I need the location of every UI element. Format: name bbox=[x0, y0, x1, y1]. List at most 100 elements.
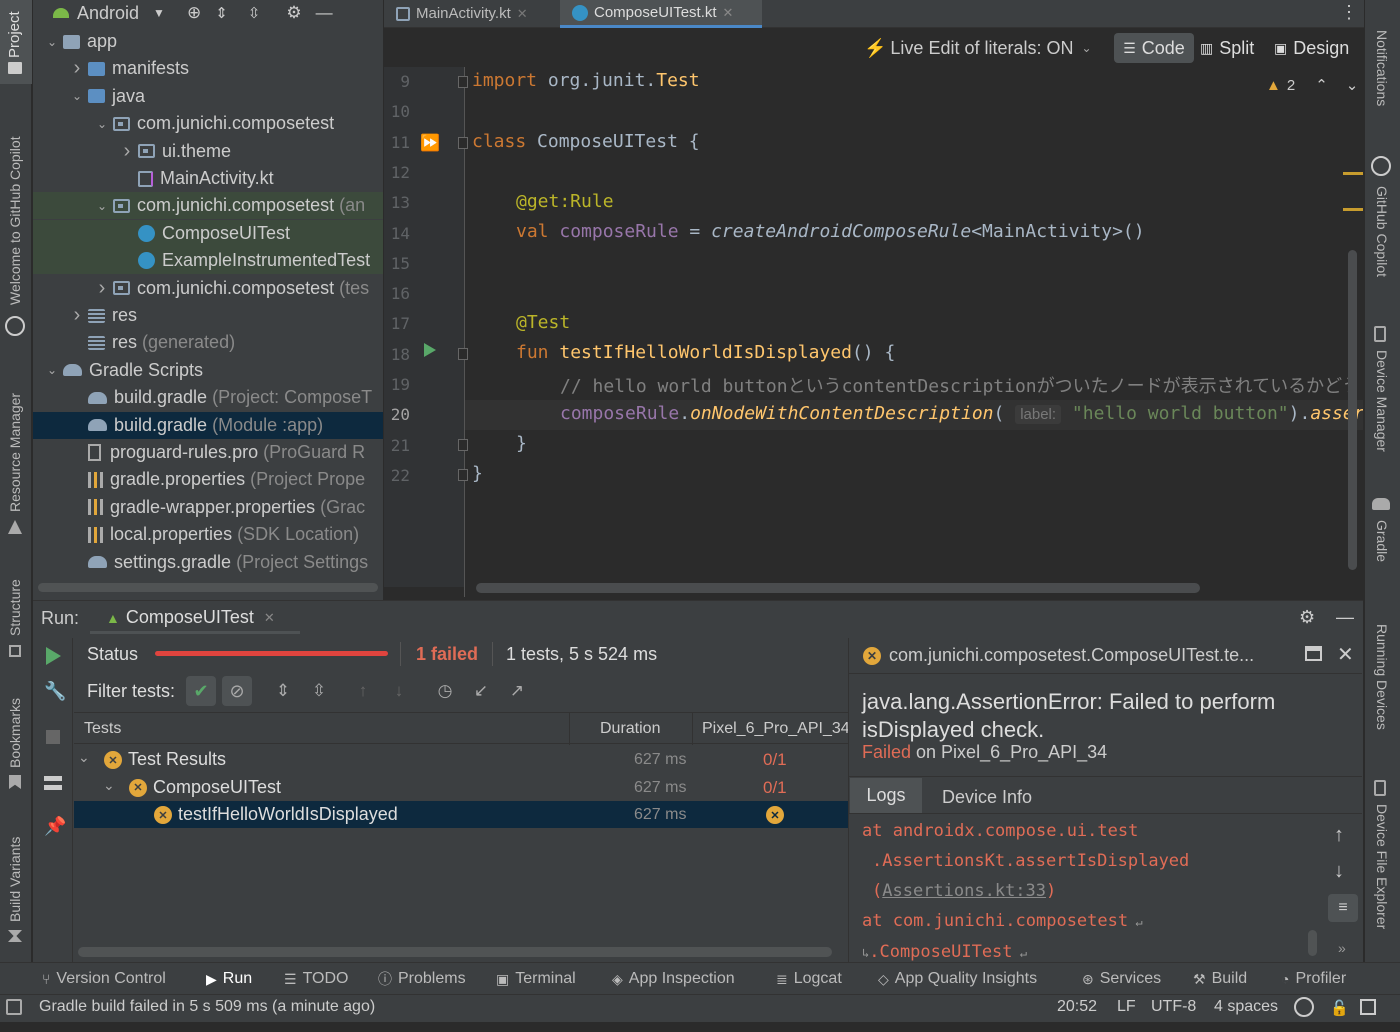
chevron-right-icon[interactable]: › bbox=[66, 57, 88, 80]
col-tests[interactable]: Tests bbox=[84, 720, 121, 738]
chevron-down-icon[interactable]: ⌄ bbox=[41, 363, 63, 377]
maximize-icon[interactable] bbox=[1305, 646, 1322, 661]
minimize-icon[interactable]: — bbox=[1336, 607, 1354, 628]
tool-welcome-copilot[interactable]: Welcome to GitHub Copilot bbox=[7, 136, 23, 305]
tool-app-quality-insights[interactable]: ◇ App Quality Insights bbox=[878, 968, 1037, 990]
close-icon[interactable]: ✕ bbox=[264, 610, 275, 626]
tool-profiler[interactable]: ◔ Profiler bbox=[1281, 968, 1346, 990]
tree-item[interactable]: › manifests bbox=[33, 55, 383, 82]
next-failure-icon[interactable]: ↓ bbox=[386, 678, 412, 704]
previous-failure-icon[interactable]: ↑ bbox=[350, 678, 376, 704]
collapse-all-icon[interactable]: ⇳ bbox=[306, 678, 332, 704]
tab-composeuitest[interactable]: ComposeUITest.kt ✕ bbox=[560, 0, 762, 28]
more-icon[interactable]: » bbox=[1338, 940, 1346, 956]
project-hscrollbar[interactable] bbox=[38, 583, 378, 592]
view-selector[interactable]: Android bbox=[77, 3, 139, 24]
tool-bookmarks[interactable]: Bookmarks bbox=[7, 698, 23, 768]
tree-item[interactable]: ⌄ com.junichi.composetest (an bbox=[33, 192, 383, 220]
code-line-9[interactable]: import org.junit.Test bbox=[472, 70, 700, 91]
tool-device-file-explorer[interactable]: Device File Explorer bbox=[1374, 804, 1390, 929]
close-icon[interactable]: ✕ bbox=[1337, 642, 1354, 667]
chevron-right-icon[interactable]: › bbox=[116, 140, 138, 163]
mode-design-button[interactable]: ▣ Design bbox=[1274, 33, 1349, 63]
tool-services[interactable]: ⊛ Services bbox=[1082, 968, 1161, 990]
tool-resource-manager[interactable]: Resource Manager bbox=[7, 393, 23, 512]
rerun-icon[interactable] bbox=[46, 647, 61, 665]
tree-item[interactable]: gradle-wrapper.properties (Grac bbox=[33, 494, 383, 521]
tree-item[interactable]: ⌄ com.junichi.composetest bbox=[33, 110, 383, 137]
locate-icon[interactable]: ⊕ bbox=[187, 3, 201, 23]
tests-hscrollbar[interactable] bbox=[78, 947, 832, 957]
tree-item[interactable]: ⌄ app bbox=[33, 28, 383, 55]
show-ignored-toggle[interactable]: ⊘ bbox=[222, 676, 252, 706]
tree-item[interactable]: settings.gradle (Project Settings bbox=[33, 549, 383, 576]
col-duration[interactable]: Duration bbox=[600, 720, 660, 738]
file-encoding[interactable]: UTF-8 bbox=[1151, 998, 1196, 1016]
status-message[interactable]: Gradle build failed in 5 s 509 ms (a min… bbox=[39, 998, 375, 1016]
scroll-down-icon[interactable]: ↓ bbox=[1334, 860, 1344, 883]
tool-app-inspection[interactable]: ◈ App Inspection bbox=[612, 968, 735, 990]
tree-item[interactable]: › res bbox=[33, 302, 383, 329]
tool-problems[interactable]: ⓘ Problems bbox=[378, 968, 466, 990]
chevron-down-icon[interactable]: ⌄ bbox=[91, 199, 113, 213]
test-row[interactable]: ✕ testIfHelloWorldIsDisplayed 627 ms ✕ bbox=[74, 801, 848, 828]
chevron-up-icon[interactable]: ⌃ bbox=[1315, 76, 1328, 94]
chevron-down-icon[interactable]: ⌄ bbox=[41, 35, 63, 49]
editor-vscrollbar[interactable] bbox=[1348, 250, 1357, 570]
more-vert-icon[interactable]: ⋮ bbox=[1340, 2, 1358, 23]
live-edit-toggle[interactable]: ⚡ Live Edit of literals: ON ⌄ bbox=[864, 36, 1092, 60]
inspection-widget[interactable]: ▲ 2 ⌃ ⌄ bbox=[1266, 76, 1358, 95]
tool-build-variants[interactable]: Build Variants bbox=[7, 837, 23, 922]
error-stripe-mark[interactable] bbox=[1343, 208, 1363, 211]
tree-item[interactable]: proguard-rules.pro (ProGuard R bbox=[33, 439, 383, 466]
chevron-down-icon[interactable]: ⌄ bbox=[103, 777, 115, 794]
tool-terminal[interactable]: ▣ Terminal bbox=[496, 968, 576, 990]
tool-gradle[interactable]: Gradle bbox=[1374, 520, 1390, 562]
run-class-icon[interactable]: ⏩ bbox=[420, 133, 440, 153]
tool-project[interactable]: Project bbox=[6, 11, 23, 58]
memory-icon[interactable] bbox=[1360, 999, 1376, 1015]
tool-version-control[interactable]: ⑂ Version Control bbox=[42, 968, 166, 990]
tool-run[interactable]: ▶ Run bbox=[206, 968, 252, 990]
code-line-18[interactable]: fun testIfHelloWorldIsDisplayed() { bbox=[516, 342, 895, 363]
layout-icon[interactable] bbox=[44, 776, 62, 790]
mode-split-button[interactable]: ▥ Split bbox=[1200, 33, 1254, 63]
code-line-17[interactable]: @Test bbox=[516, 312, 570, 333]
chevron-down-icon[interactable]: ⌄ bbox=[66, 89, 88, 103]
code-line-20[interactable]: composeRule.onNodeWithContentDescription… bbox=[560, 403, 1363, 424]
tree-item[interactable]: res (generated) bbox=[33, 329, 383, 356]
fold-icon[interactable] bbox=[458, 439, 468, 451]
run-test-icon[interactable] bbox=[424, 343, 436, 357]
tab-logs[interactable]: Logs bbox=[850, 778, 922, 813]
tree-item[interactable]: build.gradle (Module :app) bbox=[33, 411, 383, 439]
soft-wrap-icon[interactable]: ≡ bbox=[1328, 894, 1358, 922]
fold-icon[interactable] bbox=[458, 137, 468, 149]
scroll-up-icon[interactable]: ↑ bbox=[1334, 824, 1344, 847]
mode-code-button[interactable]: ☰ Code bbox=[1114, 33, 1194, 63]
chevron-down-icon[interactable]: ⌄ bbox=[91, 117, 113, 131]
tool-todo[interactable]: ☰ TODO bbox=[284, 968, 349, 990]
caret-position[interactable]: 20:52 bbox=[1057, 998, 1097, 1016]
tree-item[interactable]: ExampleInstrumentedTest bbox=[33, 247, 383, 275]
tool-github-copilot[interactable]: GitHub Copilot bbox=[1374, 186, 1390, 277]
run-tab-composeuitest[interactable]: ▲ ComposeUITest ✕ bbox=[90, 604, 300, 634]
copilot-status-icon[interactable] bbox=[1294, 997, 1314, 1017]
export-icon[interactable]: ↗ bbox=[504, 678, 530, 704]
close-icon[interactable]: ✕ bbox=[723, 5, 734, 21]
stop-icon[interactable] bbox=[46, 730, 60, 744]
lock-icon[interactable]: 🔓 bbox=[1330, 999, 1349, 1017]
log-link[interactable]: Assertions.kt:33 bbox=[882, 881, 1046, 901]
tree-item[interactable]: gradle.properties (Project Prope bbox=[33, 466, 383, 493]
tree-item[interactable]: ⌄ java bbox=[33, 83, 383, 110]
tree-item[interactable]: MainActivity.kt bbox=[33, 165, 383, 192]
tree-item[interactable]: › com.junichi.composetest (tes bbox=[33, 275, 383, 302]
chevron-down-icon[interactable]: ▼ bbox=[153, 6, 165, 20]
line-separator[interactable]: LF bbox=[1117, 998, 1136, 1016]
code-line-11[interactable]: class ComposeUITest { bbox=[472, 131, 700, 152]
fold-icon[interactable] bbox=[458, 469, 468, 481]
code-line-22[interactable]: } bbox=[472, 463, 483, 484]
tool-logcat[interactable]: ≣ Logcat bbox=[776, 968, 842, 990]
code-line-21[interactable]: } bbox=[516, 433, 527, 454]
col-device[interactable]: Pixel_6_Pro_API_34 bbox=[702, 720, 850, 738]
close-icon[interactable]: ✕ bbox=[517, 6, 528, 22]
